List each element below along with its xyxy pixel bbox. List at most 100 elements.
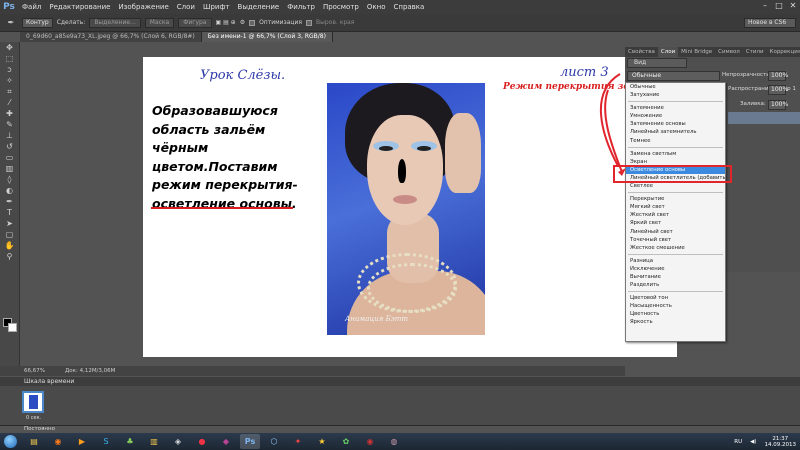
blend-color[interactable]: Цветность [626,310,725,318]
pen-tool-icon[interactable]: ✒ [4,18,18,28]
move-tool-icon[interactable]: ✥ [3,43,17,53]
app-icon[interactable]: ✦ [288,434,308,449]
app-icon[interactable]: ♣ [120,434,140,449]
blend-hue[interactable]: Цветовой тон [626,294,725,302]
pen-tool-icon[interactable]: ✒ [3,197,17,207]
menu-select[interactable]: Выделение [234,3,284,11]
volume-icon[interactable]: ◀) [750,439,756,445]
opacity-input[interactable]: 100% [768,71,788,81]
frame-delay[interactable]: 0 сек. [26,415,41,421]
menu-filter[interactable]: Фильтр [283,3,319,11]
layer-kind-filter[interactable]: Вид [627,58,687,68]
app-icon[interactable]: ◉ [360,434,380,449]
gear-icon[interactable]: ⚙ [240,19,245,26]
blend-pin-light[interactable]: Точечный свет [626,236,725,244]
blend-subtract[interactable]: Вычитание [626,273,725,281]
menu-layers[interactable]: Слои [173,3,199,11]
blend-saturation[interactable]: Насыщенность [626,302,725,310]
zoom-level[interactable]: 66,67% [24,368,45,374]
magic-wand-icon[interactable]: ✧ [3,76,17,86]
lasso-tool-icon[interactable]: ↄ [3,65,17,75]
language-indicator[interactable]: RU [734,439,742,445]
blend-overlay[interactable]: Перекрытие [626,195,725,203]
hand-tool-icon[interactable]: ✋ [3,241,17,251]
start-button[interactable] [0,433,20,450]
tab-untitled-document[interactable]: Без имени-1 @ 66,7% (Слой 3, RGB/8) [201,32,333,42]
align-edges-checkbox[interactable] [306,19,313,26]
blend-darker-color[interactable]: Темнее [626,137,725,145]
blend-color-burn[interactable]: Затемнение основы [626,120,725,128]
blend-lighten[interactable]: Замена светлым [626,150,725,158]
blend-linear-light[interactable]: Линейный свет [626,228,725,236]
marquee-tool-icon[interactable]: ⬚ [3,54,17,64]
layer-row[interactable] [728,140,800,152]
eraser-tool-icon[interactable]: ▭ [3,153,17,163]
blend-mode-select[interactable]: Обычные [627,71,720,81]
fill-input[interactable]: 100% [768,100,788,110]
tab-styles[interactable]: Стили [743,47,767,57]
type-tool-icon[interactable]: T [3,208,17,218]
browser-icon[interactable]: ◉ [48,434,68,449]
close-icon[interactable]: ✕ [786,0,800,12]
make-shape-button[interactable]: Фигура [178,17,212,28]
zoom-tool-icon[interactable]: ⚲ [3,252,17,262]
menu-image[interactable]: Изображение [114,3,172,11]
blend-luminosity[interactable]: Яркость [626,318,725,326]
blend-divide[interactable]: Разделить [626,281,725,289]
menu-window[interactable]: Окно [363,3,390,11]
blend-multiply[interactable]: Умножение [626,112,725,120]
blend-vivid-light[interactable]: Яркий свет [626,219,725,227]
gradient-tool-icon[interactable]: ▥ [3,164,17,174]
make-mask-button[interactable]: Маска [144,17,175,28]
path-mode-select[interactable]: Контур [22,17,53,28]
eyedropper-icon[interactable]: ⁄ [3,98,17,108]
tab-layers[interactable]: Слои [657,47,679,57]
selected-layer-row[interactable] [728,112,800,124]
menu-type[interactable]: Шрифт [199,3,234,11]
app-icon[interactable]: ● [192,434,212,449]
blend-difference[interactable]: Разница [626,257,725,265]
menu-file[interactable]: Файл [18,3,45,11]
tab-properties[interactable]: Свойства [625,47,658,57]
history-brush-icon[interactable]: ↺ [3,142,17,152]
app-icon[interactable]: ⬡ [264,434,284,449]
make-selection-button[interactable]: Выделение... [89,17,141,28]
blend-normal[interactable]: Обычные [626,83,725,91]
blend-hard-light[interactable]: Жесткий свет [626,211,725,219]
stamp-tool-icon[interactable]: ⊥ [3,131,17,141]
blur-tool-icon[interactable]: ◊ [3,175,17,185]
blend-exclusion[interactable]: Исключение [626,265,725,273]
dodge-tool-icon[interactable]: ◐ [3,186,17,196]
tab-adjustments[interactable]: Коррекция [767,47,800,57]
propagate-input[interactable]: 100% [768,85,788,95]
blend-soft-light[interactable]: Мягкий свет [626,203,725,211]
crop-tool-icon[interactable]: ⌗ [3,87,17,97]
explorer-icon[interactable]: ▤ [24,434,44,449]
menu-view[interactable]: Просмотр [319,3,363,11]
blend-linear-burn[interactable]: Линейный затемнитель [626,128,725,136]
maximize-icon[interactable]: □ [772,0,786,12]
blend-hard-mix[interactable]: Жесткое смешение [626,244,725,252]
minimize-icon[interactable]: – [758,0,772,12]
photoshop-taskbar-icon[interactable]: Ps [240,434,260,449]
app-icon[interactable]: ◍ [384,434,404,449]
path-ops-icon[interactable]: ▣ ▤ ⊕ [216,19,236,26]
blend-darken[interactable]: Затемнение [626,104,725,112]
timeline-panel-title[interactable]: Шкала времени [0,377,800,386]
tab-jpeg-document[interactable]: 0_69d60_a85e9a73_XL.jpeg @ 66,7% (Слой 6… [20,32,202,42]
app-icon[interactable]: ✿ [336,434,356,449]
app-icon[interactable]: ◈ [168,434,188,449]
tab-character[interactable]: Символ [715,47,743,57]
clock[interactable]: 21:37 14.09.2013 [765,436,797,448]
menu-help[interactable]: Справка [389,3,428,11]
blend-dissolve[interactable]: Затухание [626,91,725,99]
optimize-checkbox[interactable] [249,19,256,26]
healing-brush-icon[interactable]: ✚ [3,109,17,119]
media-player-icon[interactable]: ▶ [72,434,92,449]
skype-icon[interactable]: S [96,434,116,449]
blend-lighter-color[interactable]: Светлее [626,182,725,190]
menu-edit[interactable]: Редактирование [45,3,114,11]
background-color-swatch[interactable] [8,323,17,332]
folder-icon[interactable]: ▥ [144,434,164,449]
app-icon[interactable]: ◆ [216,434,236,449]
